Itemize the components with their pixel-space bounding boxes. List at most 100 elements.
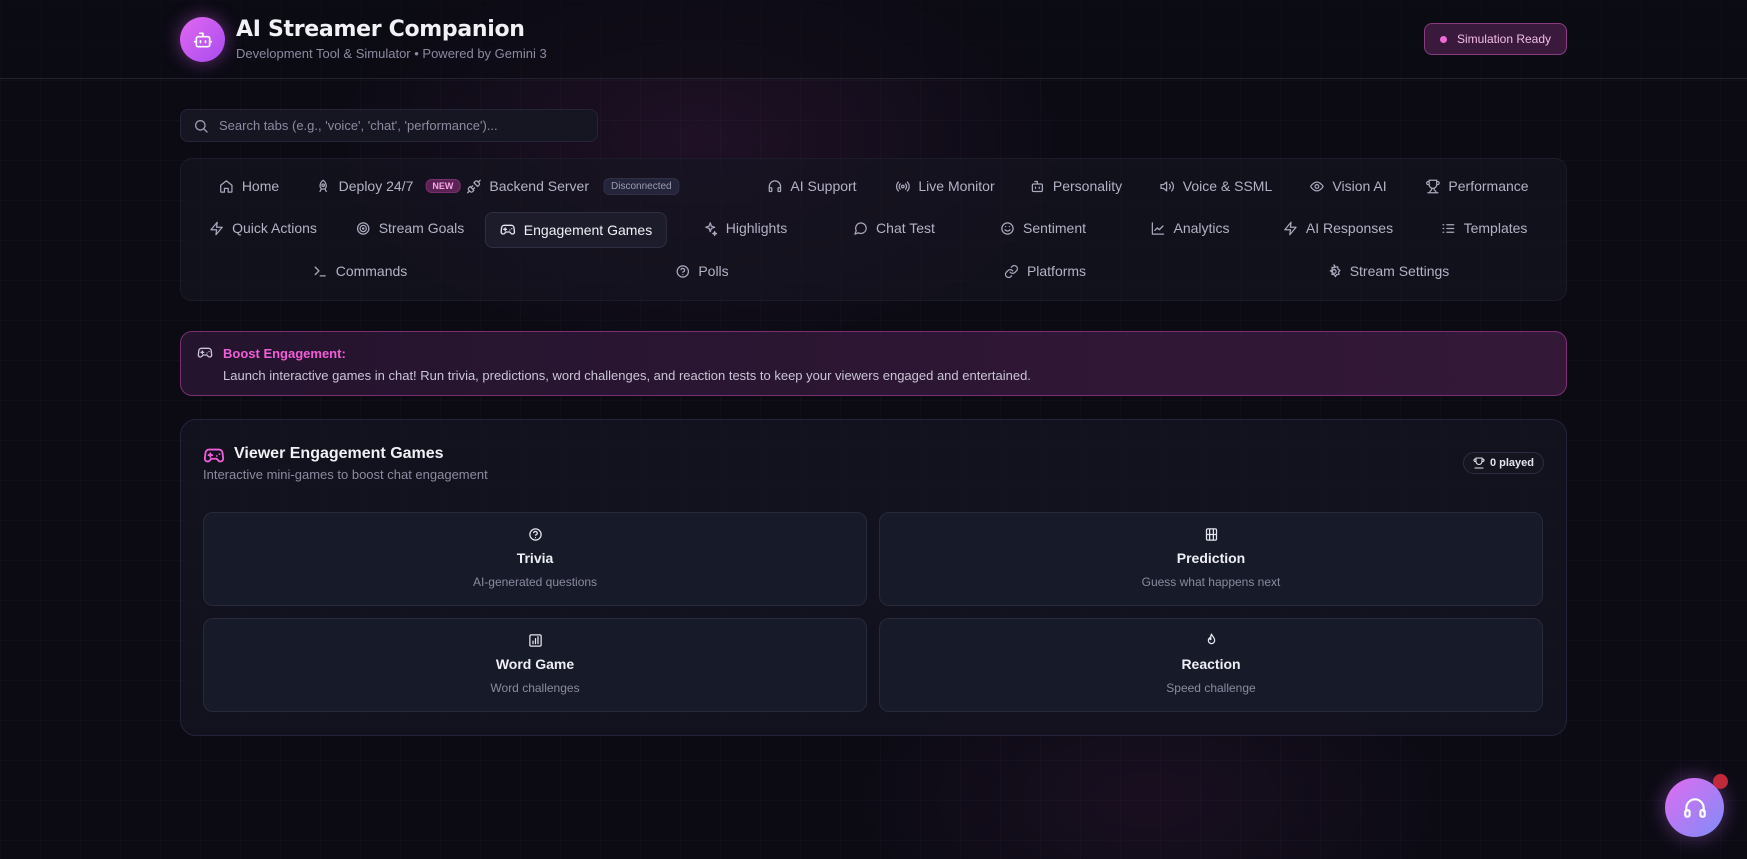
gamepad-icon [197, 347, 213, 358]
games-subtitle: Interactive mini-games to boost chat eng… [203, 467, 488, 482]
tab-voice-label: Voice & SSML [1182, 178, 1273, 194]
status-badge: Simulation Ready [1424, 23, 1567, 55]
tab-commands[interactable]: Commands [299, 253, 422, 289]
gamepad-icon [203, 448, 225, 463]
tab-commands-label: Commands [335, 263, 408, 279]
target-icon [356, 221, 370, 235]
search-icon [195, 119, 208, 133]
played-count-badge: 0 played [1462, 452, 1544, 474]
tab-templates[interactable]: Templates [1427, 210, 1542, 246]
home-icon [220, 179, 233, 193]
bot-icon [1031, 180, 1043, 192]
game-name: Prediction [1176, 550, 1246, 566]
tab-stream-settings-label: Stream Settings [1349, 263, 1450, 279]
tab-stream-goals[interactable]: Stream Goals [342, 210, 479, 246]
trophy-icon [1473, 457, 1485, 469]
game-tile-word-game[interactable]: Word Game Word challenges [203, 618, 867, 712]
tab-sentiment[interactable]: Sentiment [986, 210, 1100, 246]
zap-icon [1284, 221, 1297, 235]
tab-platforms[interactable]: Platforms [990, 253, 1100, 289]
tab-engagement-games-label: Engagement Games [523, 222, 653, 238]
link-icon [1004, 264, 1018, 278]
search-input[interactable] [219, 118, 589, 133]
tab-templates-label: Templates [1463, 220, 1528, 236]
tab-live-monitor[interactable]: Live Monitor [881, 168, 1008, 204]
volume-icon [1160, 181, 1174, 191]
tab-personality[interactable]: Personality [1016, 168, 1136, 204]
tab-quick-actions[interactable]: Quick Actions [195, 210, 331, 246]
tab-performance[interactable]: Performance [1411, 168, 1542, 204]
game-tile-trivia[interactable]: Trivia AI-generated questions [203, 512, 867, 606]
game-name: Trivia [516, 550, 554, 566]
status-text: Simulation Ready [1456, 32, 1552, 46]
tab-backend-label: Backend Server [489, 178, 590, 194]
games-title: Viewer Engagement Games [234, 445, 444, 462]
tab-personality-label: Personality [1052, 178, 1123, 194]
viewer-engagement-games-card: Viewer Engagement Games Interactive mini… [180, 419, 1567, 736]
tab-chat-test[interactable]: Chat Test [839, 210, 949, 246]
tab-ai-responses[interactable]: AI Responses [1269, 210, 1407, 246]
terminal-icon [314, 266, 326, 276]
tab-voice-ssml[interactable]: Voice & SSML [1146, 168, 1287, 204]
tabs-panel: Home Deploy 24/7 NEW Backend Server Disc… [180, 158, 1567, 301]
game-tile-reaction[interactable]: Reaction Speed challenge [879, 618, 1543, 712]
tab-ai-responses-label: AI Responses [1305, 220, 1394, 236]
banner-text: Launch interactive games in chat! Run tr… [223, 368, 1031, 383]
status-dot-icon [1439, 35, 1447, 43]
settings-icon [1329, 263, 1341, 278]
unplug-icon [467, 179, 481, 193]
tab-highlights[interactable]: Highlights [689, 210, 801, 246]
tab-vision-ai[interactable]: Vision AI [1295, 168, 1400, 204]
boost-engagement-banner: Boost Engagement: Launch interactive gam… [180, 331, 1567, 396]
headset-icon [768, 179, 782, 192]
game-desc: Guess what happens next [1141, 575, 1281, 589]
tab-quick-actions-label: Quick Actions [232, 220, 317, 236]
grid-icon [1205, 528, 1217, 541]
tab-ai-support[interactable]: AI Support [753, 168, 870, 204]
tab-search[interactable] [180, 109, 598, 142]
game-desc: Speed challenge [1166, 681, 1256, 695]
tab-stream-settings[interactable]: Stream Settings [1313, 253, 1464, 289]
eye-icon [1309, 180, 1324, 192]
tab-live-monitor-label: Live Monitor [918, 178, 995, 194]
app-title: AI Streamer Companion [236, 17, 525, 42]
smile-icon [1001, 221, 1014, 235]
tab-analytics[interactable]: Analytics [1136, 210, 1243, 246]
tab-platforms-label: Platforms [1026, 263, 1087, 279]
notification-dot-icon [1713, 774, 1728, 789]
tab-backend-server[interactable]: Backend Server Disconnected [452, 168, 693, 204]
tab-chat-test-label: Chat Test [876, 220, 935, 236]
tab-ai-support-label: AI Support [790, 178, 857, 194]
banner-title: Boost Engagement: [223, 346, 346, 361]
zap-icon [210, 221, 223, 235]
radio-icon [896, 180, 910, 192]
help-circle-icon [676, 264, 690, 278]
tab-sentiment-label: Sentiment [1022, 220, 1087, 236]
list-icon [1442, 223, 1455, 233]
tab-engagement-games[interactable]: Engagement Games [484, 212, 668, 248]
tab-deploy[interactable]: Deploy 24/7 NEW [302, 168, 475, 204]
tab-polls[interactable]: Polls [661, 253, 742, 289]
tab-home-label: Home [241, 178, 280, 194]
tab-performance-label: Performance [1448, 178, 1529, 194]
disconnected-badge: Disconnected [603, 177, 680, 195]
app-header: AI Streamer Companion Development Tool &… [0, 0, 1747, 79]
app-subtitle: Development Tool & Simulator • Powered b… [236, 46, 547, 61]
sparkles-icon [705, 221, 718, 236]
game-desc: Word challenges [490, 681, 580, 695]
game-tile-prediction[interactable]: Prediction Guess what happens next [879, 512, 1543, 606]
message-circle-icon [854, 221, 867, 235]
game-name: Word Game [495, 656, 575, 672]
tab-deploy-label: Deploy 24/7 [338, 178, 414, 194]
tab-vision-label: Vision AI [1332, 178, 1387, 194]
headset-icon [1683, 797, 1706, 818]
line-chart-icon [1151, 221, 1165, 235]
robot-icon [180, 17, 225, 62]
flame-icon [1207, 633, 1215, 645]
played-count: 0 played [1489, 457, 1534, 469]
game-name: Reaction [1181, 656, 1241, 672]
game-desc: AI-generated questions [472, 575, 598, 589]
gamepad-icon [500, 224, 516, 235]
tab-polls-label: Polls [698, 263, 729, 279]
tab-home[interactable]: Home [205, 168, 293, 204]
